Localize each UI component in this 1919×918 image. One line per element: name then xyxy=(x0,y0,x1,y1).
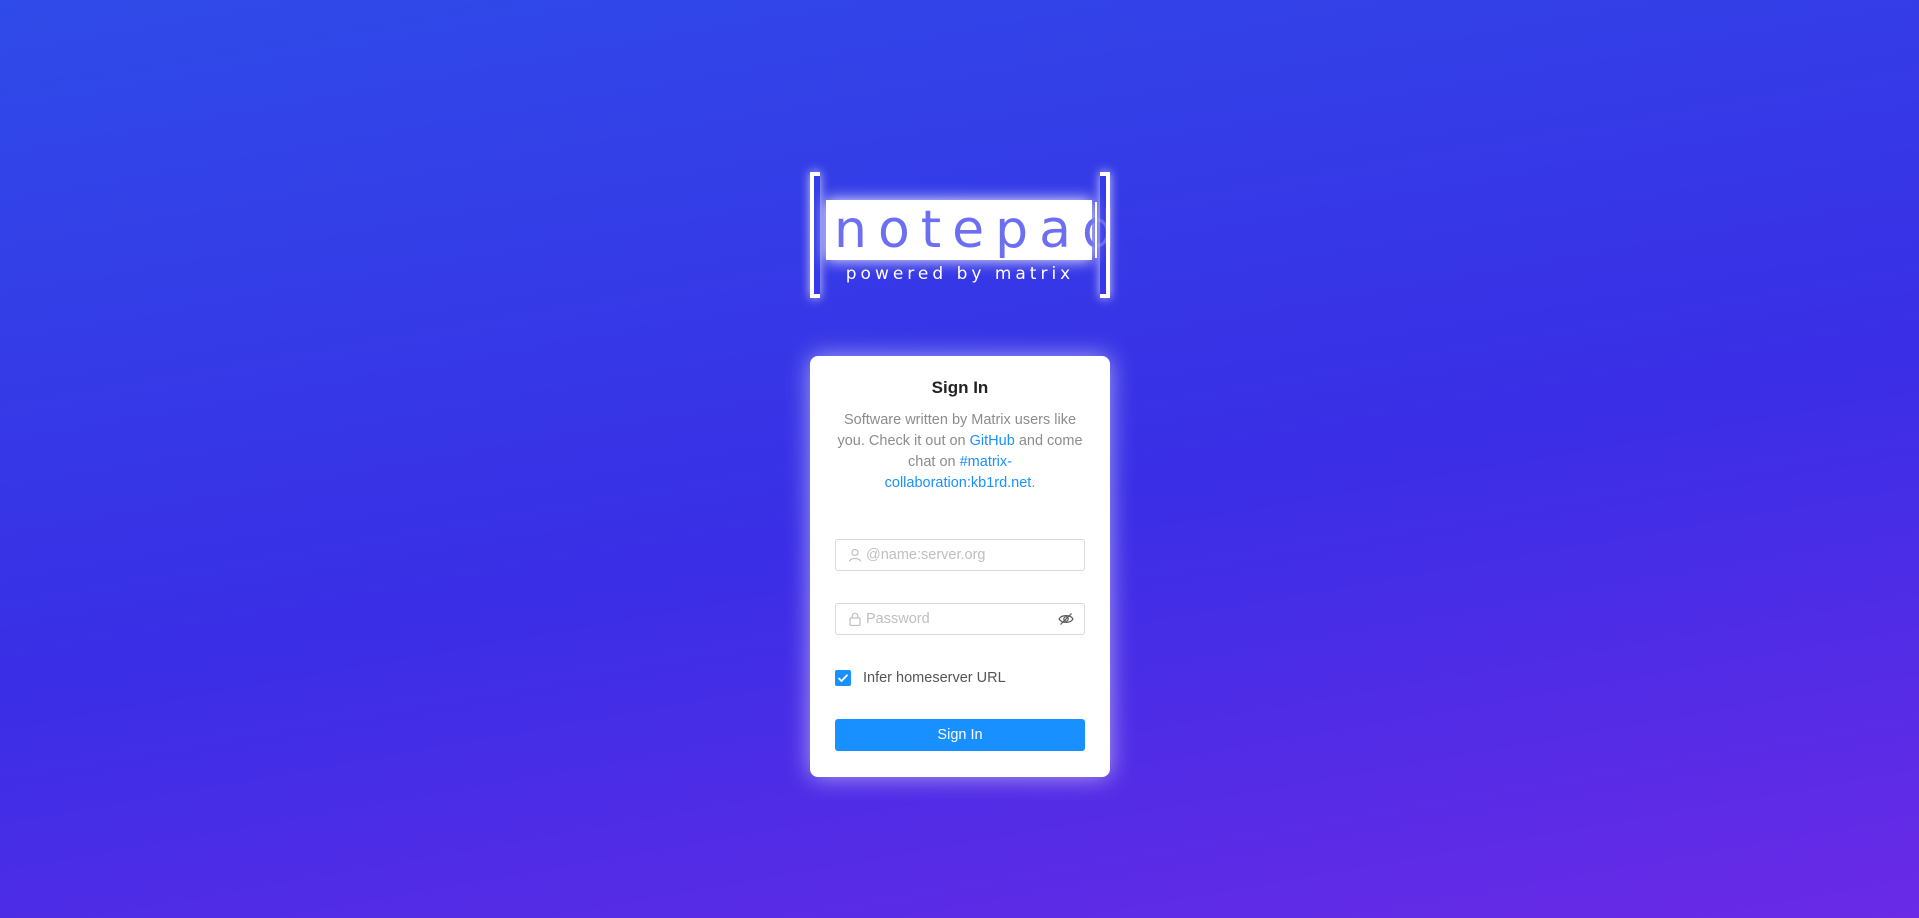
password-field[interactable] xyxy=(835,603,1085,635)
logo-right-bracket xyxy=(1100,172,1110,298)
logo-cursor xyxy=(1095,202,1097,258)
sign-in-button[interactable]: Sign In xyxy=(835,719,1085,751)
lock-icon xyxy=(848,612,862,627)
eye-hidden-icon[interactable] xyxy=(1058,612,1074,626)
card-description: Software written by Matrix users like yo… xyxy=(836,410,1084,494)
logo-tagline: powered by matrix xyxy=(845,264,1075,284)
infer-homeserver-label: Infer homeserver URL xyxy=(863,670,1006,686)
logo-word: notepad xyxy=(826,200,1115,260)
password-input[interactable] xyxy=(866,604,1056,634)
github-link[interactable]: GitHub xyxy=(970,433,1015,449)
card-title: Sign In xyxy=(931,378,989,397)
sign-in-card: Sign In Software written by Matrix users… xyxy=(810,356,1110,777)
checkmark-icon xyxy=(837,674,849,683)
notepad-logo: notepad powered by matrix xyxy=(810,172,1115,302)
username-field[interactable] xyxy=(835,539,1085,571)
infer-homeserver-option[interactable]: Infer homeserver URL xyxy=(835,669,1006,687)
username-input[interactable] xyxy=(866,540,1056,570)
user-icon xyxy=(848,548,862,562)
description-text-after: . xyxy=(1031,475,1036,491)
infer-homeserver-checkbox[interactable] xyxy=(835,670,851,686)
